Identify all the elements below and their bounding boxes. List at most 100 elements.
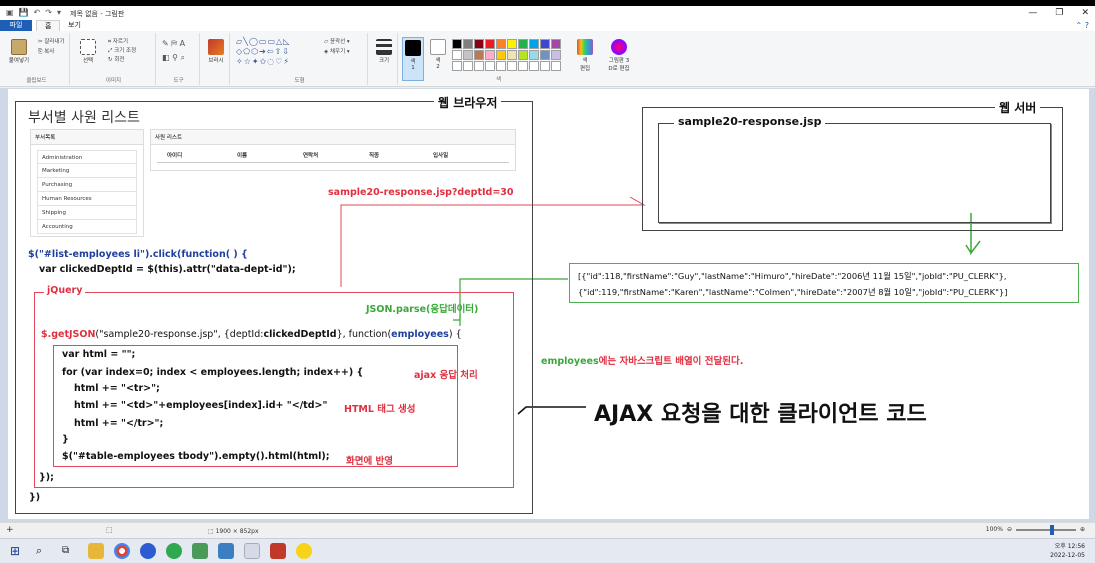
color-swatch[interactable] — [452, 39, 462, 49]
system-clock[interactable]: 오후 12:56 2022-12-05 — [1050, 542, 1085, 560]
empty-color-swatch[interactable] — [518, 61, 528, 71]
color-swatch[interactable] — [540, 50, 550, 60]
zoom-slider-knob[interactable] — [1049, 524, 1054, 535]
brushes-group: 브러시 — [202, 33, 230, 85]
taskbar: ⊞ ⌕ ⧉ 오후 12:56 2022-12-05 — [0, 538, 1095, 563]
color1-button[interactable]: 색 1 — [402, 37, 424, 81]
restore-button[interactable]: ❐ — [1055, 6, 1063, 20]
save-icon[interactable]: 💾 — [19, 8, 29, 18]
pencil-icon[interactable]: ✎ ⛿ A — [162, 39, 185, 49]
empty-color-swatch[interactable] — [529, 61, 539, 71]
drawing-canvas[interactable]: 웹 브라우저 부서별 사원 리스트 부서목록 Administration Mar… — [8, 89, 1089, 519]
zoom-out-icon[interactable]: ⊖ — [1007, 526, 1012, 533]
color-swatch[interactable] — [518, 50, 528, 60]
dept-list-item[interactable]: Shipping — [37, 206, 137, 220]
resize-button[interactable]: ⤢ 크기 조정 — [108, 46, 136, 55]
color-swatch[interactable] — [551, 50, 561, 60]
customize-icon[interactable]: ▾ — [57, 8, 61, 18]
app-icon-3[interactable] — [270, 543, 286, 559]
dept-list-item[interactable]: Administration — [37, 150, 137, 164]
paste-icon — [11, 39, 27, 55]
app-icon-2[interactable] — [218, 543, 234, 559]
color-palette[interactable] — [452, 39, 561, 71]
render-label: 화면에 반영 — [346, 456, 394, 467]
rotate-button[interactable]: ↻ 회전 — [108, 55, 124, 63]
jsp-frame — [658, 123, 1051, 223]
color-swatch[interactable] — [452, 50, 462, 60]
color-swatch[interactable] — [551, 39, 561, 49]
close-button[interactable]: ✕ — [1081, 6, 1089, 20]
color-swatch[interactable] — [529, 50, 539, 60]
code-var-dept: var clickedDeptId = $(this).attr("data-d… — [39, 264, 296, 275]
undo-icon[interactable]: ↶ — [34, 8, 41, 18]
ribbon-tabs: 파일 홈 보기 ⌃ ? — [0, 20, 1095, 31]
color-swatch[interactable] — [529, 39, 539, 49]
color-swatch[interactable] — [474, 50, 484, 60]
empty-color-swatch[interactable] — [485, 61, 495, 71]
windows-start-icon[interactable]: ⊞ — [10, 543, 26, 559]
edit-colors-button[interactable]: 색 편집 — [574, 39, 596, 72]
dept-list-item[interactable]: Purchasing — [37, 178, 137, 192]
empty-color-swatch[interactable] — [474, 61, 484, 71]
empty-color-swatch[interactable] — [507, 61, 517, 71]
color-swatch[interactable] — [507, 50, 517, 60]
help-icon[interactable]: ⌃ ? — [1076, 21, 1090, 30]
color-swatch[interactable] — [463, 39, 473, 49]
task-view-icon[interactable]: ⧉ — [62, 543, 78, 559]
dept-list-item[interactable]: Accounting — [37, 220, 137, 234]
request-url: sample20-response.jsp?deptId=30 — [328, 187, 514, 198]
color-swatch[interactable] — [496, 39, 506, 49]
empty-color-swatch[interactable] — [540, 61, 550, 71]
tab-view[interactable]: 보기 — [60, 20, 89, 31]
app-icon-1[interactable] — [192, 543, 208, 559]
color-swatch[interactable] — [518, 39, 528, 49]
code-table-render: $("#table-employees tbody").empty().html… — [62, 451, 330, 462]
color2-swatch — [430, 39, 446, 55]
file-explorer-icon[interactable] — [88, 543, 104, 559]
minimize-button[interactable]: — — [1028, 6, 1037, 20]
empty-color-swatch[interactable] — [463, 61, 473, 71]
cut-button[interactable]: ✂ 잘라내기 — [38, 37, 65, 45]
empty-color-swatch[interactable] — [496, 61, 506, 71]
color-swatch[interactable] — [507, 39, 517, 49]
color-swatch[interactable] — [496, 50, 506, 60]
kakaotalk-icon[interactable] — [296, 543, 312, 559]
redo-icon[interactable]: ↷ — [45, 8, 52, 18]
brushes-button[interactable]: 브러시 — [205, 39, 227, 64]
outline-button[interactable]: ▱ 윤곽선 ▾ — [324, 37, 350, 45]
color2-button[interactable]: 색 2 — [428, 39, 448, 70]
zoom-slider[interactable] — [1015, 524, 1076, 535]
empty-color-swatch[interactable] — [551, 61, 561, 71]
dept-panel-title: 부서목록 — [31, 130, 143, 145]
paint-taskbar-icon[interactable] — [244, 543, 260, 559]
paste-button[interactable]: 붙여넣기 — [6, 39, 32, 64]
zoom-in-icon[interactable]: ⊕ — [1080, 526, 1085, 533]
quick-access-toolbar: ▣ 💾 ↶ ↷ ▾ — [6, 8, 61, 18]
dept-list-item[interactable]: Marketing — [37, 164, 137, 178]
image-size: ⬚ 1900 × 852px — [208, 528, 259, 535]
tab-home[interactable]: 홈 — [36, 20, 61, 31]
color-swatch[interactable] — [485, 50, 495, 60]
select-button[interactable]: 선택 — [78, 39, 98, 64]
browser-label: 웹 브라우저 — [434, 94, 502, 111]
dept-list-item[interactable]: Human Resources — [37, 192, 137, 206]
paint3d-button[interactable]: 그림판 3 D로 편집 — [602, 39, 636, 72]
search-icon[interactable]: ⌕ — [36, 543, 52, 559]
color-swatch[interactable] — [485, 39, 495, 49]
empty-color-swatch[interactable] — [452, 61, 462, 71]
shapes-gallery[interactable]: ▱╲◯▭▭△◺ ◇⬠⬡➔⇦⇧⇩ ✧☆✦✩◌♡⚡ — [236, 37, 320, 67]
copy-button[interactable]: ⎘ 복사 — [38, 47, 54, 56]
shapes-group: ▱╲◯▭▭△◺ ◇⬠⬡➔⇦⇧⇩ ✧☆✦✩◌♡⚡ ▱ 윤곽선 ▾ ◈ 채우기 ▾ 도형 — [232, 33, 368, 85]
color-swatch[interactable] — [540, 39, 550, 49]
edge-icon[interactable] — [166, 543, 182, 559]
tab-file[interactable]: 파일 — [0, 20, 32, 31]
chrome-icon[interactable] — [114, 543, 130, 559]
line-width-icon — [376, 39, 392, 55]
eraser-icon[interactable]: ◧ ⚲ ⌕ — [162, 53, 185, 63]
color-swatch[interactable] — [474, 39, 484, 49]
fill-button[interactable]: ◈ 채우기 ▾ — [324, 47, 350, 55]
zoom-app-icon[interactable] — [140, 543, 156, 559]
crop-button[interactable]: ⌗ 자르기 — [108, 37, 128, 46]
size-button[interactable]: 크기 — [373, 39, 395, 64]
color-swatch[interactable] — [463, 50, 473, 60]
